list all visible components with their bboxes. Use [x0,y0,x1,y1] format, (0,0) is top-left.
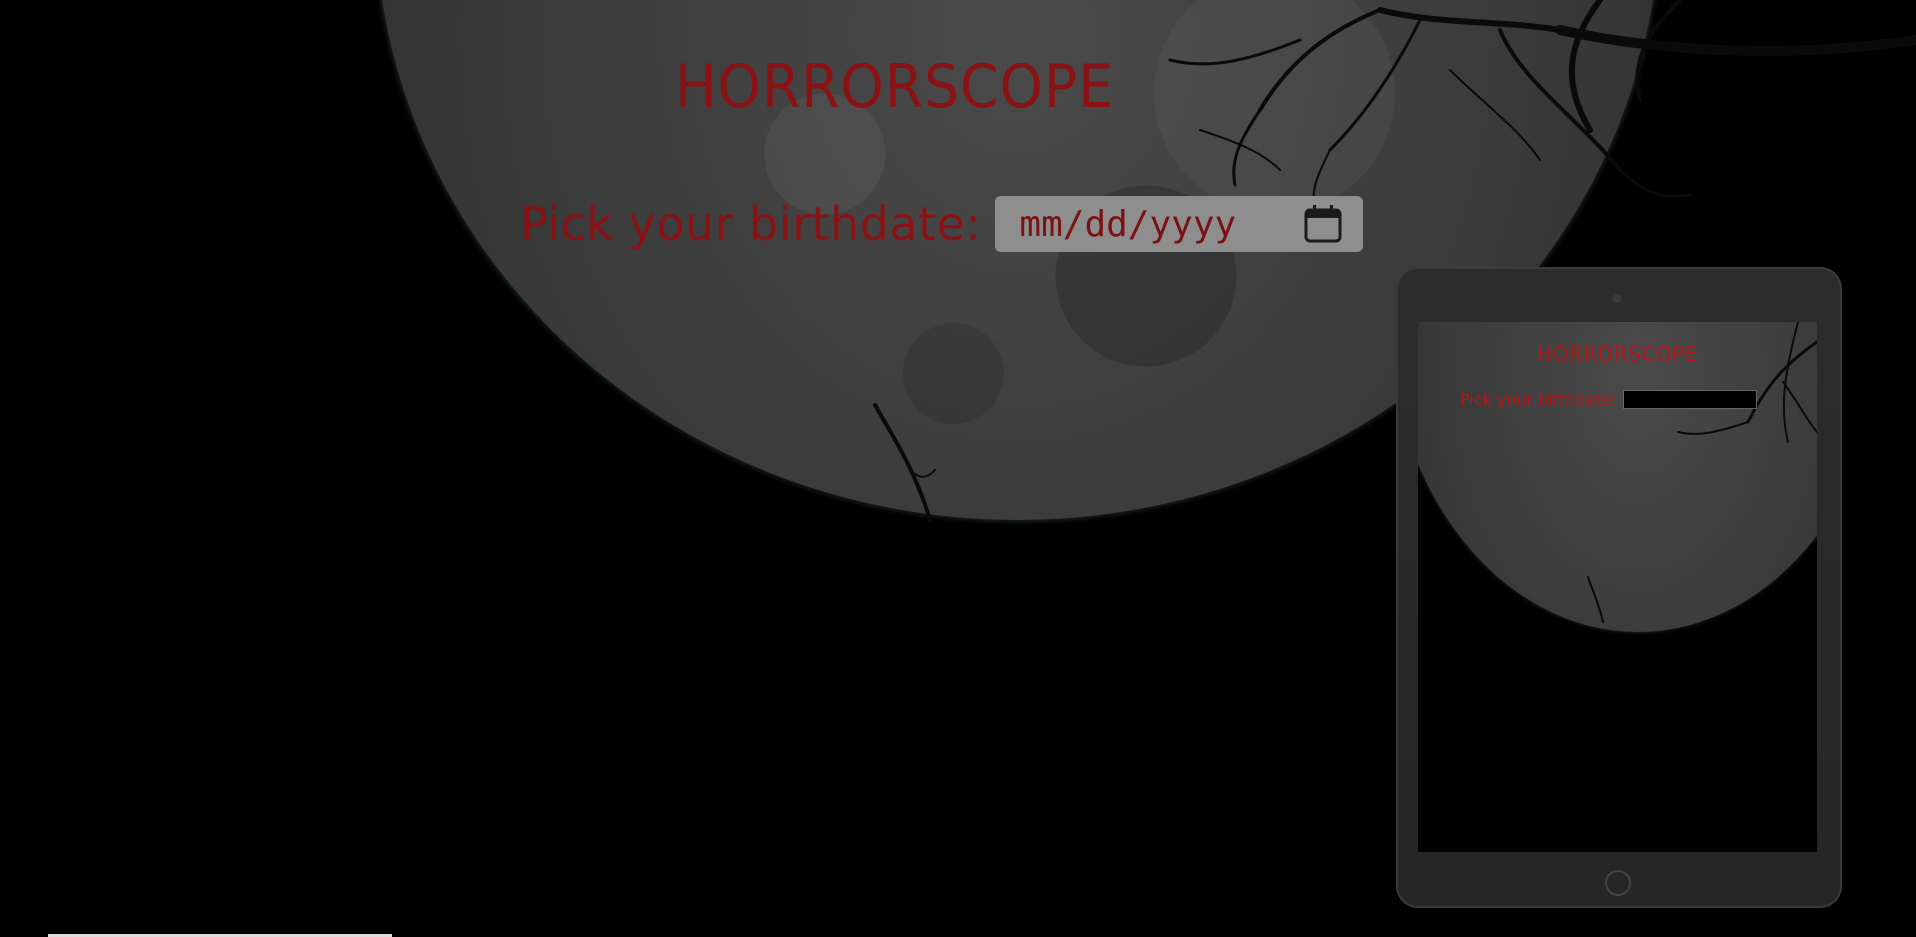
page: HORRORSCOPE Pick your birthdate: mm/dd/y… [0,0,1916,937]
tablet-birthdate-row: Pick your birthdate: [1460,390,1758,409]
tablet-page-title: HORRORSCOPE [1537,342,1698,366]
tablet-birthdate-label: Pick your birthdate: [1460,390,1618,409]
date-input-placeholder: mm/dd/yyyy [1019,203,1237,245]
tablet-home-button [1605,870,1631,896]
tablet-preview: HORRORSCOPE Pick your birthdate: [1396,267,1842,908]
page-title-text: HORRORSCOPE [674,52,1114,122]
tablet-screen: HORRORSCOPE Pick your birthdate: [1418,322,1817,852]
calendar-icon[interactable] [1303,204,1343,244]
birthdate-label: Pick your birthdate: [520,197,982,251]
birthdate-picker-row: Pick your birthdate: mm/dd/yyyy [520,196,1364,252]
tablet-birthdate-input[interactable] [1623,390,1758,409]
birthdate-date-input[interactable]: mm/dd/yyyy [995,196,1364,252]
page-title: HORRORSCOPE [0,52,1916,122]
tablet-camera [1613,294,1622,303]
